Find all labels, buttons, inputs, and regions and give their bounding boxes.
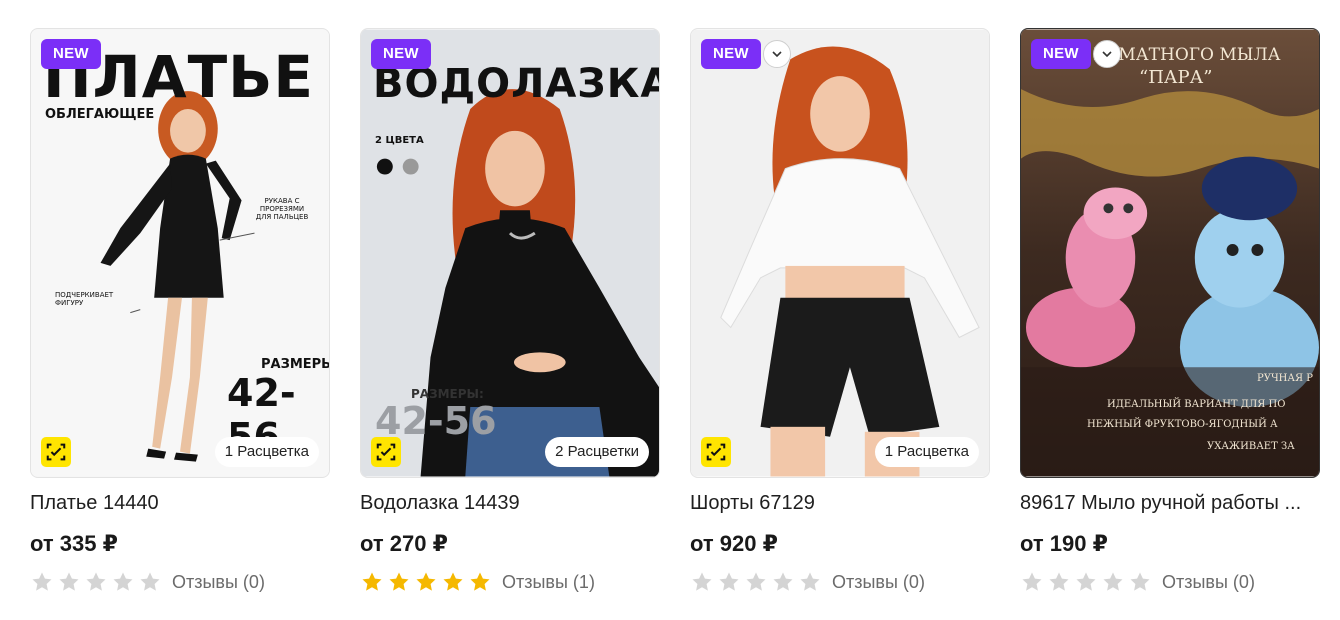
star-icon: [1049, 572, 1069, 591]
product-image[interactable]: РОМАТНОГО МЫЛА “ПАРА” РУЧНАЯ Р ИДЕАЛЬНЫЙ…: [1020, 28, 1320, 478]
rating-row: Отзывы (0): [690, 569, 990, 595]
product-price: от 920 ₽: [690, 531, 778, 556]
colors-count-pill[interactable]: 1 Расцветка: [214, 437, 319, 467]
product-image[interactable]: ПЛАТЬЕ ОБЛЕГАЮЩЕЕ РУКАВА С ПРОРЕЗЯМИ ДЛЯ…: [30, 28, 330, 478]
reviews-link[interactable]: Отзывы (0): [172, 572, 265, 593]
scan-check-icon: [46, 443, 66, 461]
rating-row: Отзывы (0): [1020, 569, 1320, 595]
reviews-link[interactable]: Отзывы (0): [1162, 572, 1255, 593]
star-icon: [1022, 572, 1042, 591]
star-icon: [32, 572, 52, 591]
product-price: от 190 ₽: [1020, 531, 1108, 556]
new-badge: NEW: [371, 39, 431, 69]
star-icon: [1076, 572, 1096, 591]
product-card[interactable]: ПЛАТЬЕ ОБЛЕГАЮЩЕЕ РУКАВА С ПРОРЕЗЯМИ ДЛЯ…: [30, 28, 330, 608]
star-icon: [86, 572, 106, 591]
shorts-photo: [691, 29, 989, 477]
image-text: НЕЖНЫЙ ФРУКТОВО-ЯГОДНЫЙ А: [1087, 419, 1278, 430]
product-price: от 335 ₽: [30, 531, 118, 556]
image-text: РУЧНАЯ Р: [1257, 373, 1313, 384]
star-icon: [773, 572, 793, 591]
chevron-down-icon: [772, 51, 782, 58]
image-callout: ПОДЧЕРКИВАЕТ ФИГУРУ: [55, 291, 114, 307]
star-rating: [30, 570, 162, 594]
rating-row: Отзывы (1): [360, 569, 660, 595]
image-text: “ПАРА”: [1139, 67, 1213, 88]
product-title[interactable]: Водолазка 14439: [360, 492, 660, 515]
product-grid: ПЛАТЬЕ ОБЛЕГАЮЩЕЕ РУКАВА С ПРОРЕЗЯМИ ДЛЯ…: [30, 28, 1340, 608]
image-text: ИДЕАЛЬНЫЙ ВАРИАНТ ДЛЯ ПО: [1107, 399, 1286, 410]
scan-icon[interactable]: [371, 437, 401, 467]
product-image[interactable]: NEW 1 Расцветка: [690, 28, 990, 478]
product-title[interactable]: 89617 Мыло ручной работы ...: [1020, 492, 1320, 515]
image-text: РОМАТНОГО МЫЛА: [1093, 45, 1281, 65]
star-icon: [1130, 572, 1150, 591]
image-sizes-label: РАЗМЕРЫ:: [261, 357, 329, 372]
product-title[interactable]: Платье 14440: [30, 492, 330, 515]
product-title[interactable]: Шорты 67129: [690, 492, 990, 515]
star-icon: [719, 572, 739, 591]
star-icon: [443, 572, 463, 591]
reviews-link[interactable]: Отзывы (0): [832, 572, 925, 593]
new-badge: NEW: [1031, 39, 1091, 69]
product-price: от 270 ₽: [360, 531, 448, 556]
rating-row: Отзывы (0): [30, 569, 330, 595]
scan-check-icon: [376, 443, 396, 461]
expand-button[interactable]: [763, 40, 791, 68]
star-icon: [746, 572, 766, 591]
product-card[interactable]: РОМАТНОГО МЫЛА “ПАРА” РУЧНАЯ Р ИДЕАЛЬНЫЙ…: [1020, 28, 1320, 608]
star-rating: [690, 570, 822, 594]
product-image[interactable]: ВОДОЛАЗКА 2 ЦВЕТА РАЗМЕРЫ: 42-56 NEW 2 Р…: [360, 28, 660, 478]
star-icon: [416, 572, 436, 591]
image-text: УХАЖИВАЕТ ЗА: [1207, 441, 1295, 452]
star-icon: [140, 572, 160, 591]
star-rating: [1020, 570, 1152, 594]
scan-icon[interactable]: [41, 437, 71, 467]
scan-icon[interactable]: [701, 437, 731, 467]
new-badge: NEW: [41, 39, 101, 69]
star-icon: [470, 572, 490, 591]
star-icon: [800, 572, 820, 591]
colors-count-pill[interactable]: 1 Расцветка: [874, 437, 979, 467]
star-icon: [362, 572, 382, 591]
star-rating: [360, 570, 492, 594]
product-card[interactable]: NEW 1 Расцветка Шорты 67129 от 920 ₽ Отз…: [690, 28, 990, 608]
star-icon: [113, 572, 133, 591]
star-icon: [1103, 572, 1123, 591]
colors-count-pill[interactable]: 2 Расцветки: [545, 437, 649, 467]
new-badge: NEW: [701, 39, 761, 69]
star-icon: [389, 572, 409, 591]
star-icon: [59, 572, 79, 591]
image-subheadline: ОБЛЕГАЮЩЕЕ: [45, 107, 155, 122]
image-colors-count: 2 ЦВЕТА: [375, 135, 424, 146]
scan-check-icon: [706, 443, 726, 461]
expand-button[interactable]: [1093, 40, 1121, 68]
image-callout: РУКАВА С ПРОРЕЗЯМИ ДЛЯ ПАЛЬЦЕВ: [255, 197, 309, 221]
star-icon: [692, 572, 712, 591]
product-card[interactable]: ВОДОЛАЗКА 2 ЦВЕТА РАЗМЕРЫ: 42-56 NEW 2 Р…: [360, 28, 660, 608]
chevron-down-icon: [1102, 51, 1112, 58]
reviews-link[interactable]: Отзывы (1): [502, 572, 595, 593]
